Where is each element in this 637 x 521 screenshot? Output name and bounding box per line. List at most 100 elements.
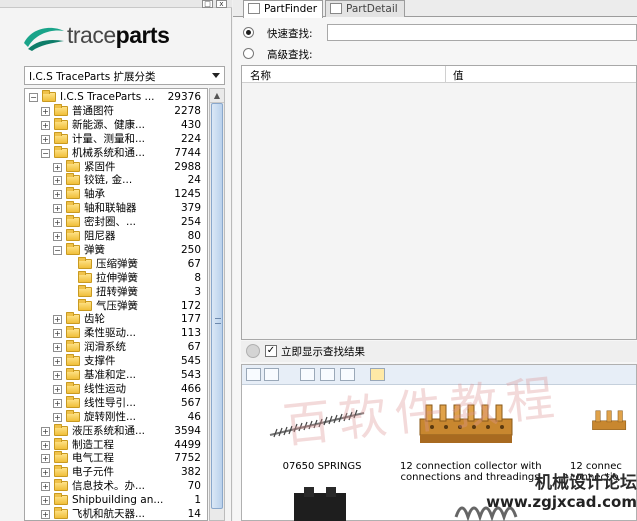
tree-item-count: 1 (194, 494, 201, 507)
property-grid[interactable]: 名称 值 (241, 65, 637, 340)
tree-item[interactable]: + 旋转刚性... 46 (25, 409, 207, 424)
expand-icon[interactable]: + (41, 496, 50, 506)
tab-partfinder[interactable]: PartFinder (243, 0, 323, 18)
tree-item[interactable]: + 线性运动 466 (25, 381, 207, 396)
folder-icon (42, 90, 56, 102)
tree-item[interactable]: + 基准和定... 543 (25, 368, 207, 382)
expand-icon[interactable]: + (41, 106, 50, 116)
tree-item[interactable]: + 电气工程 7752 (25, 451, 207, 465)
tree-item-count: 29376 (167, 91, 201, 103)
expand-icon[interactable]: + (53, 412, 62, 422)
expand-icon[interactable]: + (53, 190, 62, 200)
tree-scrollbar[interactable]: ▲ (209, 88, 225, 521)
expand-icon[interactable]: + (53, 204, 62, 214)
advanced-search-radio[interactable] (243, 48, 254, 59)
quick-search-input[interactable] (327, 24, 637, 41)
result-card[interactable]: 07650 SPRINGS (252, 391, 382, 472)
column-name-header[interactable]: 名称 (250, 68, 271, 83)
tree-item-label: 机械系统和通... (72, 146, 146, 159)
tree-item[interactable]: + 紧固件 2988 (25, 159, 207, 174)
expand-icon[interactable]: + (53, 371, 62, 380)
tree-item[interactable]: + 轴和联轴器 379 (25, 201, 207, 215)
tab-partdetail[interactable]: PartDetail (325, 0, 405, 17)
tree-item[interactable]: + 液压系统和通... 3594 (25, 423, 207, 438)
expand-icon[interactable]: + (41, 120, 50, 130)
folder-icon[interactable] (370, 368, 385, 381)
tree-item[interactable]: + Shipbuilding an... 1 (25, 493, 207, 507)
expand-icon[interactable]: + (53, 218, 62, 228)
home-icon[interactable] (246, 368, 261, 381)
tree-item[interactable]: + 轴承 1245 (25, 187, 207, 201)
show-results-checkbox[interactable]: ✓ (265, 345, 277, 357)
expand-icon[interactable]: + (41, 482, 50, 492)
tree-item[interactable]: + 密封圈、... 254 (25, 215, 207, 229)
folder-icon (54, 145, 68, 158)
expand-icon[interactable]: + (53, 357, 62, 367)
expand-icon[interactable]: + (53, 384, 62, 394)
tree-item-label: 轴承 (84, 188, 105, 201)
expand-icon[interactable]: + (53, 329, 62, 339)
expand-icon[interactable]: + (53, 162, 62, 172)
tree-item[interactable]: + 制造工程 4499 (25, 437, 207, 452)
collapse-icon[interactable]: − (29, 93, 38, 102)
result-card[interactable]: 12 connec connectio (560, 391, 637, 483)
expand-icon[interactable]: + (53, 232, 62, 241)
expand-icon[interactable]: + (41, 426, 50, 436)
result-caption: 07650 SPRINGS (282, 461, 362, 472)
tree-item[interactable]: − I.C.S TraceParts ... 29376 (25, 90, 207, 104)
tree-item[interactable]: + 润滑系统 67 (25, 340, 207, 354)
expand-icon[interactable]: + (41, 468, 50, 478)
expand-icon[interactable]: + (53, 176, 62, 186)
view-large-icon[interactable] (300, 368, 315, 381)
result-card[interactable]: 12 connection collector with connections … (400, 391, 542, 483)
expand-icon[interactable]: + (53, 315, 62, 325)
column-value-header[interactable]: 值 (453, 68, 464, 83)
folder-icon (78, 298, 92, 311)
restore-button[interactable]: □ (202, 0, 213, 8)
tree-item[interactable]: + 支撑件 545 (25, 354, 207, 368)
tree-item[interactable]: + 齿轮 177 (25, 312, 207, 326)
tree-item-label: 气压弹簧 (96, 299, 138, 312)
expand-icon[interactable]: + (53, 343, 62, 353)
folder-icon (54, 103, 68, 116)
scrollbar-thumb[interactable] (211, 103, 223, 509)
expand-icon[interactable]: + (41, 510, 50, 519)
expand-icon[interactable]: + (41, 454, 50, 464)
tree-item[interactable]: + 信息技术。办... 70 (25, 479, 207, 493)
collapse-icon[interactable]: − (53, 245, 62, 255)
expand-icon[interactable]: + (41, 134, 50, 144)
tree-item-count: 224 (180, 132, 201, 145)
tree-item[interactable]: + 铰链, 金... 24 (25, 173, 207, 187)
pin-icon[interactable] (246, 344, 260, 358)
category-tree[interactable]: − I.C.S TraceParts ... 29376 + 普通图符 2278 + 新能源、… (24, 88, 208, 521)
tree-item[interactable]: − 弹簧 250 (25, 242, 207, 257)
quick-search-radio[interactable] (243, 27, 254, 38)
collapse-icon[interactable]: − (41, 148, 50, 158)
tree-item[interactable]: 拉伸弹簧 8 (25, 270, 207, 285)
tree-item[interactable]: − 机械系统和通... 7744 (25, 145, 207, 160)
scroll-up-icon[interactable]: ▲ (210, 89, 224, 103)
tree-item[interactable]: 压缩弹簧 67 (25, 256, 207, 271)
tree-item[interactable]: 扭转弹簧 3 (25, 284, 207, 299)
tree-item[interactable]: 气压弹簧 172 (25, 298, 207, 313)
tree-item[interactable]: + 电子元件 382 (25, 465, 207, 479)
tree-item[interactable]: + 普通图符 2278 (25, 103, 207, 118)
tree-item[interactable]: + 新能源、健康... 430 (25, 117, 207, 132)
view-detail-icon[interactable] (340, 368, 355, 381)
dropdown-arrow-icon[interactable] (212, 73, 220, 78)
tree-item[interactable]: + 飞机和航天器... 14 (25, 507, 207, 520)
close-button[interactable]: x (216, 0, 227, 8)
column-separator[interactable] (445, 66, 446, 83)
tree-item[interactable]: + 柔性驱动... 113 (25, 326, 207, 340)
expand-icon[interactable]: + (53, 398, 62, 408)
tree-item[interactable]: + 线性导引... 567 (25, 395, 207, 410)
tree-item[interactable]: + 计量、测量和... 224 (25, 131, 207, 146)
result-caption: 12 connec connectio (570, 461, 622, 483)
expand-icon[interactable]: + (41, 440, 50, 450)
view-list-icon[interactable] (320, 368, 335, 381)
category-dropdown[interactable]: I.C.S TraceParts 扩展分类 (24, 66, 225, 85)
refresh-icon[interactable] (264, 368, 279, 381)
results-pane: 07650 SPRINGS 12 connection collector wi… (241, 364, 637, 521)
folder-icon (66, 326, 80, 339)
tree-item[interactable]: + 阻尼器 80 (25, 229, 207, 243)
